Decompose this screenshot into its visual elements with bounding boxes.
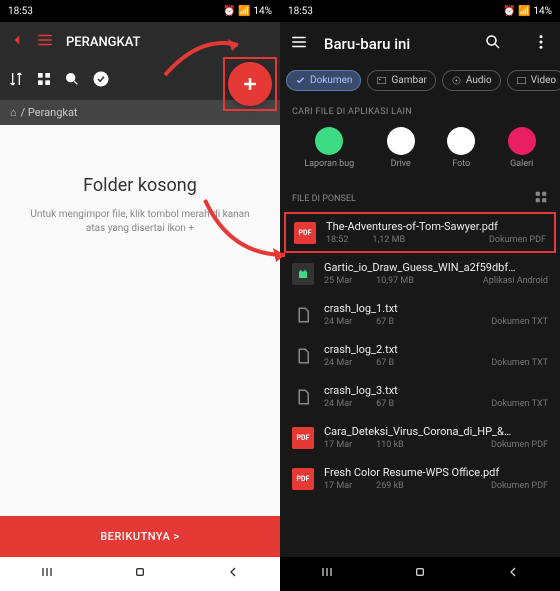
file-row[interactable]: PDF Cara_Deteksi_Virus_Corona_di_HP_&… 1… [280,417,560,458]
search-icon[interactable] [64,71,80,91]
right-header: Baru-baru ini [280,22,560,66]
app-galeri[interactable]: Galeri [508,127,536,169]
chip-dokumen[interactable]: Dokumen [286,70,361,91]
file-list: PDF The-Adventures-of-Tom-Sawyer.pdf 18:… [280,212,560,557]
chip-video[interactable]: Video [507,70,560,91]
left-toolbar [0,62,280,100]
grid-icon[interactable] [36,71,52,91]
left-header: PERANGKAT [0,22,280,62]
file-row[interactable]: PDF The-Adventures-of-Tom-Sawyer.pdf 18:… [284,212,556,253]
file-row[interactable]: crash_log_1.txt 24 Mar67 BDokumen TXT [280,294,560,335]
statusbar-r: 18:53 ⏰ 📶14% [280,0,560,22]
file-row[interactable]: crash_log_2.txt 24 Mar67 BDokumen TXT [280,335,560,376]
app-drive[interactable]: Drive [387,127,415,169]
highlight-box-fab [223,57,277,111]
back-icon[interactable] [8,31,26,53]
check-icon[interactable] [92,70,110,92]
section-apps-label: CARI FILE DI APLIKASI LAIN [280,95,560,123]
phone-left: 18:53 ⏰ 📶14% PERANGKAT ⌂ / Perangkat Fol… [0,0,280,591]
grid-toggle-icon[interactable] [534,189,548,208]
file-row[interactable]: Gartic_io_Draw_Guess_WIN_a2f59dbf… 25 Ma… [280,253,560,294]
android-navbar [0,557,280,591]
menu-icon[interactable] [36,31,54,53]
search-icon[interactable] [484,33,502,55]
empty-subtitle: Untuk mengimpor file, klik tombol merah … [0,208,280,236]
nav-home-icon[interactable] [412,564,428,584]
breadcrumb-path: / Perangkat [21,106,78,119]
app-foto[interactable]: Foto [447,127,475,169]
android-navbar-r [280,557,560,591]
status-time: 18:53 [8,6,33,17]
app-list: Laporan bug Drive Foto Galeri [280,123,560,177]
empty-state: Folder kosong Untuk mengimpor file, klik… [0,125,280,516]
more-icon[interactable] [532,33,550,55]
filter-chips: Dokumen Gambar Audio Video [280,66,560,95]
left-title: PERANGKAT [66,35,140,50]
sort-icon[interactable] [8,71,24,91]
phone-right: 18:53 ⏰ 📶14% Baru-baru ini Dokumen Gambar… [280,0,560,591]
file-row[interactable]: PDF Fresh Color Resume-WPS Office.pdf 17… [280,458,560,499]
home-icon: ⌂ [10,106,17,119]
nav-back-icon[interactable] [505,564,521,584]
chip-audio[interactable]: Audio [442,70,501,91]
nav-recent-icon[interactable] [319,564,335,584]
nav-back-icon[interactable] [225,564,241,584]
section-files-label: FILE DI PONSEL [292,194,356,204]
nav-home-icon[interactable] [132,564,148,584]
menu-icon[interactable] [290,33,308,55]
statusbar: 18:53 ⏰ 📶14% [0,0,280,22]
chip-gambar[interactable]: Gambar [367,70,435,91]
app-laporan bug[interactable]: Laporan bug [304,127,354,169]
file-row[interactable]: crash_log_3.txt 24 Mar67 BDokumen TXT [280,376,560,417]
nav-recent-icon[interactable] [39,564,55,584]
section-files-header: FILE DI PONSEL [280,177,560,212]
right-title: Baru-baru ini [324,35,468,53]
next-button[interactable]: BERIKUTNYA > [0,516,280,557]
empty-title: Folder kosong [83,175,197,196]
status-right: ⏰ 📶14% [223,6,272,17]
